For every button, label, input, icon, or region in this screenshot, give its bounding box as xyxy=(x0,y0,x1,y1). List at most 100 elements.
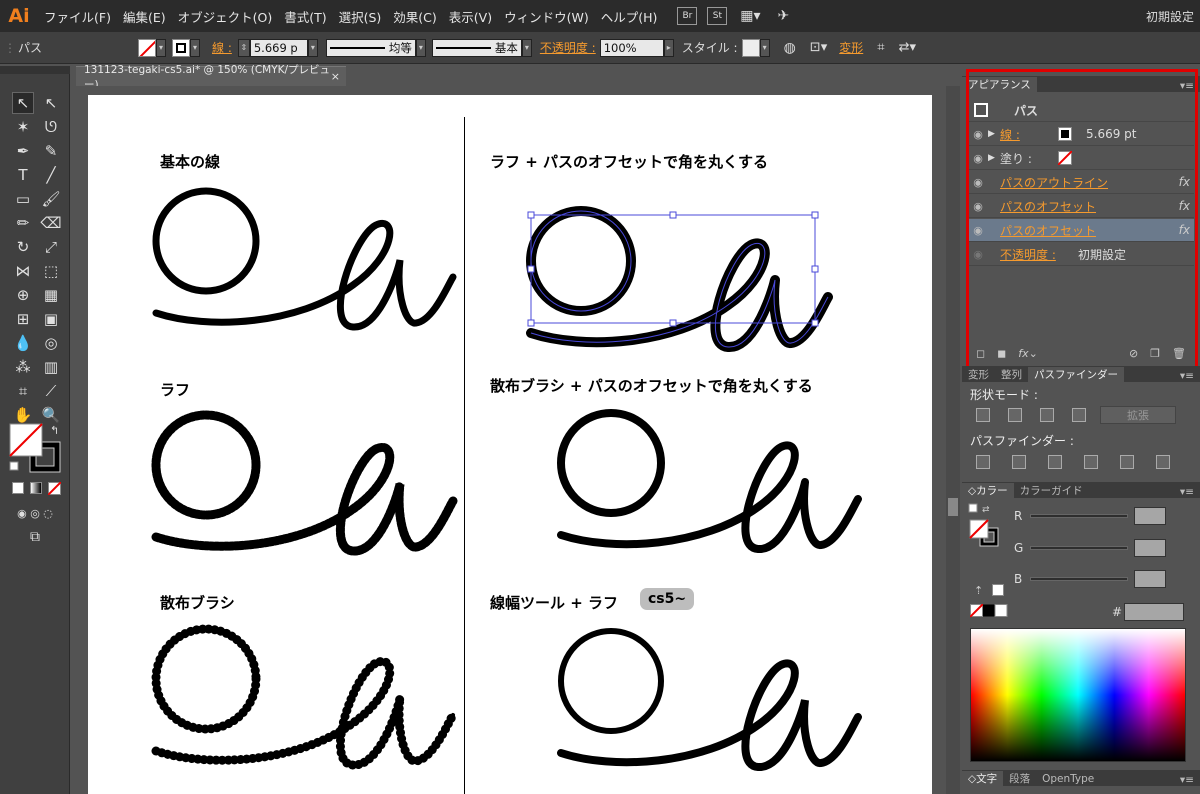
screen-mode-icon[interactable]: ⧉ xyxy=(24,526,46,548)
fill-stroke-control[interactable]: ↰ xyxy=(8,422,66,478)
exclude-icon[interactable] xyxy=(1072,408,1086,422)
channel-r-slider[interactable] xyxy=(1030,514,1128,518)
panel-options-icon[interactable]: ▾≡ xyxy=(1180,486,1194,498)
scale-tool-icon[interactable]: ⤢ xyxy=(40,236,62,258)
artboard-tool-icon[interactable]: ⌗ xyxy=(12,380,34,402)
color-fill-stroke-icon[interactable]: ⇄ xyxy=(968,502,1002,550)
vertical-scrollbar[interactable] xyxy=(946,86,960,794)
line-tool-icon[interactable]: ╱ xyxy=(40,164,62,186)
unite-icon[interactable] xyxy=(976,408,990,422)
last-color-swatch[interactable] xyxy=(992,584,1004,596)
free-transform-tool-icon[interactable]: ⬚ xyxy=(40,260,62,282)
outline-icon[interactable] xyxy=(1120,455,1134,469)
style-dropdown[interactable]: ▾ xyxy=(759,38,770,57)
symbol-sprayer-tool-icon[interactable]: ⁂ xyxy=(12,356,34,378)
arrange-documents-icon[interactable]: ▦▾ xyxy=(737,7,763,25)
brush-definition[interactable]: 基本 xyxy=(431,38,522,57)
panel-options-icon[interactable]: ▾≡ xyxy=(1180,370,1194,382)
draw-mode-icon[interactable]: ◉ ◎ ◌ xyxy=(10,502,60,524)
variable-width-profile[interactable]: 均等 xyxy=(325,38,416,57)
panel-menu-icon[interactable]: ⇄▾ xyxy=(899,40,916,55)
hex-input[interactable] xyxy=(1124,603,1184,621)
pen-tool-icon[interactable]: ✒ xyxy=(12,140,34,162)
channel-b-input[interactable] xyxy=(1134,570,1166,588)
merge-icon[interactable] xyxy=(1048,455,1062,469)
path-scatter[interactable] xyxy=(156,629,453,765)
path-width-rough[interactable] xyxy=(557,628,862,771)
tab-paragraph[interactable]: 段落 xyxy=(1003,771,1036,786)
menu-edit[interactable]: 編集(E) xyxy=(117,7,172,26)
opacity-label[interactable]: 不透明度 : xyxy=(540,39,596,56)
stroke-dropdown[interactable]: ▾ xyxy=(190,38,200,57)
tab-color-guide[interactable]: カラーガイド xyxy=(1014,483,1089,498)
channel-b-slider[interactable] xyxy=(1030,577,1128,581)
lasso-tool-icon[interactable]: ᘎ xyxy=(40,116,62,138)
panel-options-icon[interactable]: ▾≡ xyxy=(1180,774,1194,786)
column-graph-tool-icon[interactable]: ▥ xyxy=(40,356,62,378)
menu-effect[interactable]: 効果(C) xyxy=(387,7,442,26)
close-document-icon[interactable]: × xyxy=(331,70,340,83)
recolor-icon[interactable]: ◍ xyxy=(784,40,796,56)
menu-type[interactable]: 書式(T) xyxy=(278,7,332,26)
divide-icon[interactable] xyxy=(976,455,990,469)
gradient-tool-icon[interactable]: ▣ xyxy=(40,308,62,330)
stock-button[interactable]: St xyxy=(707,7,728,25)
tab-color[interactable]: ◇ カラー xyxy=(962,483,1014,498)
isolate-icon[interactable]: ⌗ xyxy=(877,40,884,55)
shape-builder-tool-icon[interactable]: ⊕ xyxy=(12,284,34,306)
eyedropper-tool-icon[interactable]: 💧 xyxy=(12,332,34,354)
rectangle-tool-icon[interactable]: ▭ xyxy=(12,188,34,210)
mesh-tool-icon[interactable]: ⊞ xyxy=(12,308,34,330)
menu-select[interactable]: 選択(S) xyxy=(333,7,388,26)
direct-selection-tool-icon[interactable]: ↖ xyxy=(40,92,62,114)
brush-dropdown[interactable]: ▾ xyxy=(521,38,532,57)
path-scatter-offset[interactable] xyxy=(561,413,858,549)
stroke-swatch[interactable] xyxy=(172,38,190,57)
intersect-icon[interactable] xyxy=(1040,408,1054,422)
color-mode-button[interactable] xyxy=(12,482,24,494)
rotate-tool-icon[interactable]: ↻ xyxy=(12,236,34,258)
width-tool-icon[interactable]: ⋈ xyxy=(12,260,34,282)
workspace-preset[interactable]: 初期設定 xyxy=(1146,8,1194,25)
perspective-grid-tool-icon[interactable]: ▦ xyxy=(40,284,62,306)
quick-swatches[interactable] xyxy=(970,604,1008,617)
paintbrush-tool-icon[interactable]: 🖌 xyxy=(40,188,62,210)
selection-tool-icon[interactable]: ↖ xyxy=(12,92,34,114)
trim-icon[interactable] xyxy=(1012,455,1026,469)
pencil-tool-icon[interactable]: ✏ xyxy=(12,212,34,234)
eraser-tool-icon[interactable]: ⌫ xyxy=(40,212,62,234)
minus-front-icon[interactable] xyxy=(1008,408,1022,422)
channel-g-slider[interactable] xyxy=(1030,546,1128,550)
stroke-label[interactable]: 線 : xyxy=(212,39,232,56)
tab-opentype[interactable]: OpenType xyxy=(1036,771,1100,786)
menu-object[interactable]: オブジェクト(O) xyxy=(172,7,279,26)
menu-view[interactable]: 表示(V) xyxy=(443,7,498,26)
fill-dropdown[interactable]: ▾ xyxy=(156,38,166,57)
tab-pathfinder[interactable]: パスファインダー xyxy=(1028,367,1124,382)
channel-g-input[interactable] xyxy=(1134,539,1166,557)
profile-dropdown[interactable]: ▾ xyxy=(415,38,426,57)
document-tab[interactable]: 131123-tegaki-cs5.ai* @ 150% (CMYK/プレビュー… xyxy=(76,64,346,91)
curvature-tool-icon[interactable]: ✎ xyxy=(40,140,62,162)
out-of-gamut-icon[interactable]: ⇡ xyxy=(974,584,983,597)
crop-icon[interactable] xyxy=(1084,455,1098,469)
blend-tool-icon[interactable]: ◎ xyxy=(40,332,62,354)
type-tool-icon[interactable]: T xyxy=(12,164,34,186)
minus-back-icon[interactable] xyxy=(1156,455,1170,469)
tab-transform[interactable]: 変形 xyxy=(962,367,995,382)
bridge-button[interactable]: Br xyxy=(677,7,698,25)
magic-wand-tool-icon[interactable]: ✶ xyxy=(12,116,34,138)
opacity-dropdown[interactable]: ▸ xyxy=(663,38,674,57)
slice-tool-icon[interactable]: ⟋ xyxy=(40,380,62,402)
graphic-style-swatch[interactable] xyxy=(741,38,760,57)
artboard[interactable]: 基本の線 ラフ 散布ブラシ ラフ + パスのオフセットで角を丸くする 散布ブラシ… xyxy=(88,95,932,794)
expand-button[interactable]: 拡張 xyxy=(1100,406,1176,424)
artwork[interactable] xyxy=(88,95,932,794)
tab-character[interactable]: ◇ 文字 xyxy=(962,771,1004,786)
fill-none-swatch[interactable] xyxy=(138,38,156,57)
path-rough-offset[interactable] xyxy=(531,211,828,347)
color-spectrum[interactable] xyxy=(970,628,1186,762)
menu-file[interactable]: ファイル(F) xyxy=(38,7,117,26)
transform-link[interactable]: 変形 xyxy=(839,39,863,56)
opacity-input[interactable]: 100% xyxy=(599,38,664,57)
